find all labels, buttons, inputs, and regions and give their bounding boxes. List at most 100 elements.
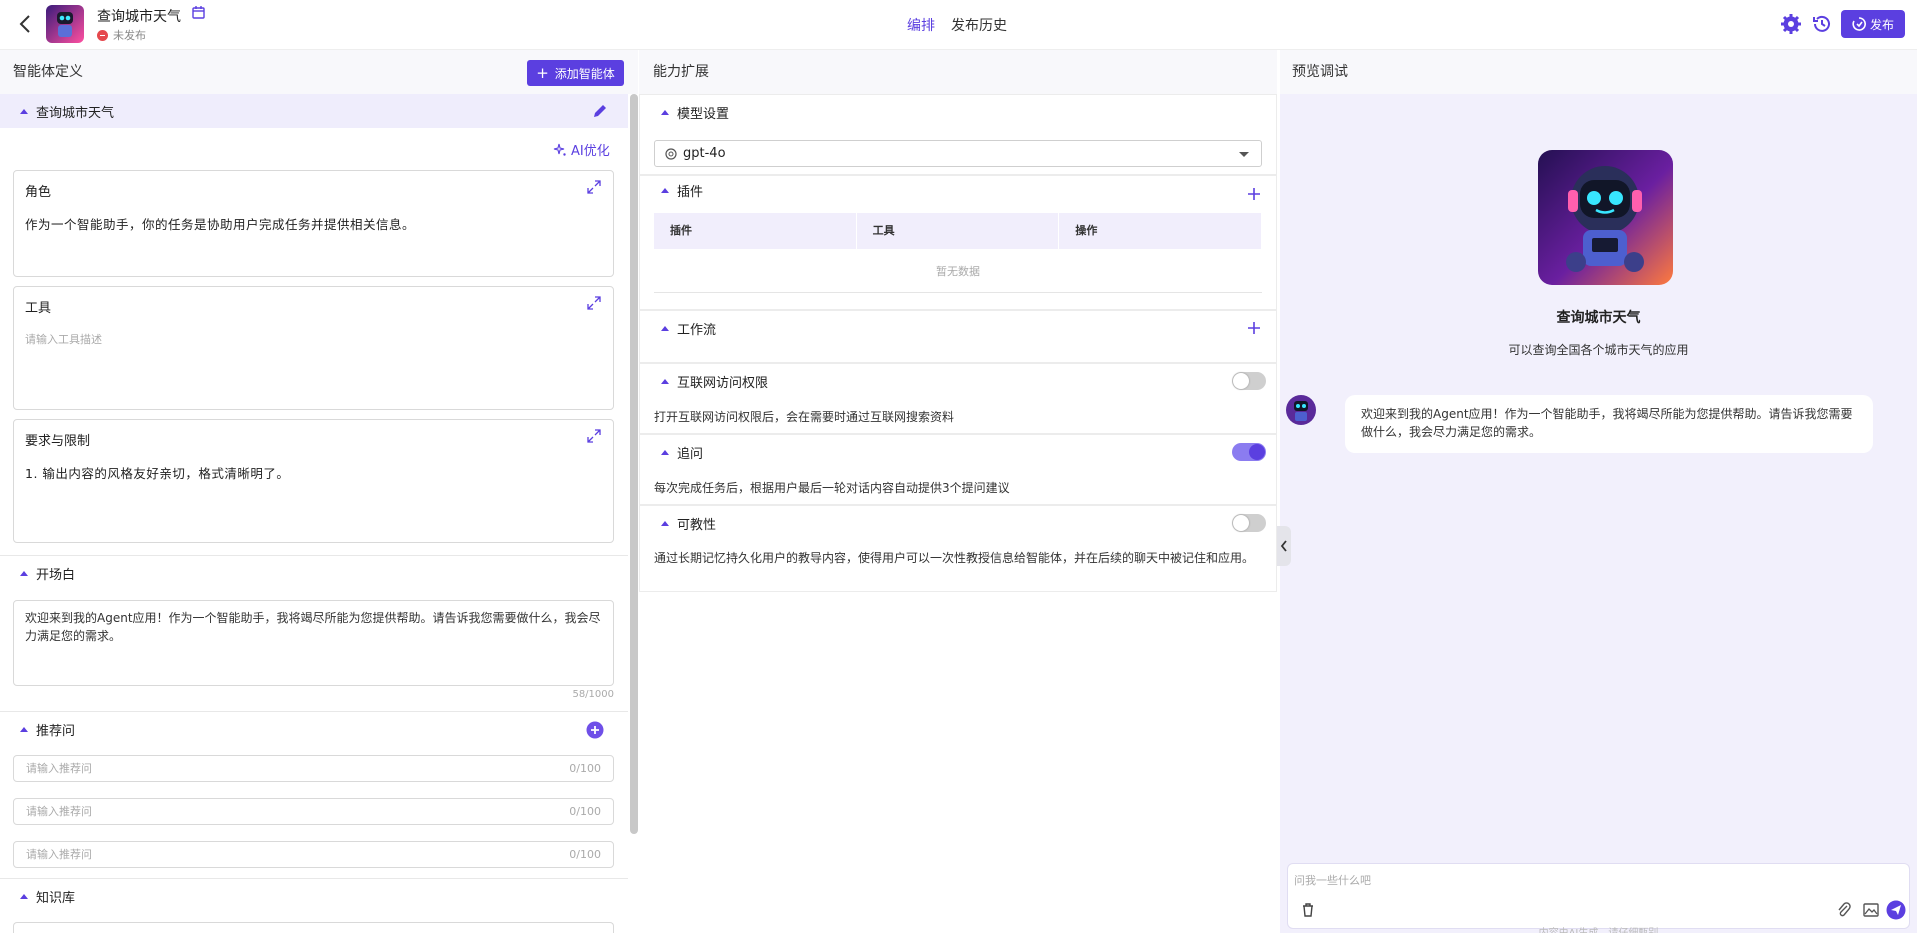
opening-textbox[interactable]: 欢迎来到我的Agent应用！作为一个智能助手，我将竭尽所能为您提供帮助。请告诉我… xyxy=(13,600,614,686)
history-icon[interactable] xyxy=(1811,13,1833,35)
plugins-card: 插件 插件 工具 操作 暂无数据 xyxy=(639,175,1277,310)
suggestion-input[interactable]: 请输入推荐问 0/100 xyxy=(13,798,614,825)
suggestion-char-count: 0/100 xyxy=(569,762,601,775)
plugins-label: 插件 xyxy=(677,184,704,200)
edit-info-icon[interactable] xyxy=(191,5,207,21)
capabilities-panel: 模型设置 gpt-4o 插件 插件 工具 操作 暂无数据 工作流 互联网访问权限… xyxy=(639,94,1277,592)
suggestion-placeholder: 请输入推荐问 xyxy=(26,762,92,775)
agent-section-header[interactable]: 查询城市天气 xyxy=(0,94,628,128)
send-icon[interactable] xyxy=(1886,900,1906,920)
gear-icon[interactable] xyxy=(1780,13,1802,35)
role-textbox[interactable]: 角色 作为一个智能助手，你的任务是协助用户完成任务并提供相关信息。 xyxy=(13,170,614,277)
expand-icon[interactable] xyxy=(587,296,601,310)
collapse-caret-icon[interactable] xyxy=(20,108,28,114)
right-column-header: 预览调试 xyxy=(1280,50,1917,94)
middle-column-title: 能力扩展 xyxy=(653,64,709,80)
teachable-label: 可教性 xyxy=(677,517,717,533)
internet-access-desc: 打开互联网访问权限后，会在需要时通过互联网搜索资料 xyxy=(654,410,955,424)
followup-desc: 每次完成任务后，根据用户最后一轮对话内容自动提供3个提问建议 xyxy=(654,481,1010,495)
empty-data-text: 暂无数据 xyxy=(936,265,980,278)
welcome-message: 欢迎来到我的Agent应用！作为一个智能助手，我将竭尽所能为您提供帮助。请告诉我… xyxy=(1345,395,1873,453)
model-icon xyxy=(665,147,677,160)
middle-column-header: 能力扩展 xyxy=(639,50,1277,94)
requirements-content: 1. 输出内容的风格友好亲切，格式清晰明了。 xyxy=(25,466,290,481)
paperclip-icon[interactable] xyxy=(1834,900,1854,920)
back-arrow-icon[interactable] xyxy=(14,12,38,36)
opening-section-header[interactable]: 开场白 xyxy=(0,556,628,590)
knowledge-label: 知识库 xyxy=(36,890,76,906)
agent-preview-avatar xyxy=(1538,150,1673,285)
agent-description: 可以查询全国各个城市天气的应用 xyxy=(1508,343,1689,357)
table-header-cell: 工具 xyxy=(857,213,1060,249)
sparkle-icon xyxy=(553,143,566,156)
ai-optimize-label: AI优化 xyxy=(571,144,610,159)
add-circle-icon[interactable] xyxy=(586,721,604,743)
ai-disclaimer: 内容由AI生成，请仔细甄别 xyxy=(1280,924,1917,933)
publish-button[interactable]: 发布 xyxy=(1841,10,1905,38)
internet-access-toggle[interactable] xyxy=(1232,372,1266,390)
agent-section-title: 查询城市天气 xyxy=(36,105,115,121)
top-header: 查询城市天气 未发布 编排 发布历史 发布 xyxy=(0,0,1917,50)
tab-orchestrate[interactable]: 编排 xyxy=(907,15,935,35)
agent-name: 查询城市天气 xyxy=(1556,310,1641,326)
expand-icon[interactable] xyxy=(587,180,601,194)
suggestion-input[interactable]: 请输入推荐问 0/100 xyxy=(13,841,614,868)
requirements-textbox[interactable]: 要求与限制 1. 输出内容的风格友好亲切，格式清晰明了。 xyxy=(13,419,614,543)
role-label: 角色 xyxy=(25,185,52,200)
collapse-caret-icon[interactable] xyxy=(20,570,28,576)
pencil-icon[interactable] xyxy=(592,103,608,123)
collapse-caret-icon[interactable] xyxy=(661,109,669,115)
followup-label: 追问 xyxy=(677,446,704,462)
internet-access-card: 互联网访问权限 打开互联网访问权限后，会在需要时通过互联网搜索资料 xyxy=(639,363,1277,434)
suggestion-placeholder: 请输入推荐问 xyxy=(26,805,92,818)
collapse-caret-icon[interactable] xyxy=(661,520,669,526)
divider xyxy=(654,292,1262,293)
teachable-header[interactable]: 可教性 xyxy=(640,506,716,540)
chevron-left-icon xyxy=(1280,540,1287,552)
suggestions-section-header[interactable]: 推荐问 xyxy=(0,712,628,746)
workflow-header[interactable]: 工作流 xyxy=(640,311,716,345)
model-settings-header[interactable]: 模型设置 xyxy=(640,95,729,129)
plus-icon: + xyxy=(536,63,549,82)
tab-publish-history[interactable]: 发布历史 xyxy=(951,15,1007,35)
opening-content: 欢迎来到我的Agent应用！作为一个智能助手，我将竭尽所能为您提供帮助。请告诉我… xyxy=(25,611,601,643)
followup-toggle[interactable] xyxy=(1232,443,1266,461)
add-workflow-icon[interactable] xyxy=(1246,320,1262,336)
followup-header[interactable]: 追问 xyxy=(640,435,703,469)
collapse-caret-icon[interactable] xyxy=(661,325,669,331)
internet-access-header[interactable]: 互联网访问权限 xyxy=(640,364,768,398)
tools-textbox[interactable]: 工具 请输入工具描述 xyxy=(13,286,614,410)
suggestion-input[interactable]: 请输入推荐问 0/100 xyxy=(13,755,614,782)
add-plugin-icon[interactable] xyxy=(1246,186,1262,202)
image-icon[interactable] xyxy=(1861,900,1881,920)
role-content: 作为一个智能助手，你的任务是协助用户完成任务并提供相关信息。 xyxy=(25,217,416,232)
expand-icon[interactable] xyxy=(587,429,601,443)
collapse-caret-icon[interactable] xyxy=(661,449,669,455)
collapse-caret-icon[interactable] xyxy=(661,378,669,384)
trash-icon[interactable] xyxy=(1298,900,1318,920)
teachable-desc: 通过长期记忆持久化用户的教导内容，使得用户可以一次性教授信息给智能体，并在后续的… xyxy=(654,551,1255,565)
status-text: 未发布 xyxy=(113,29,146,42)
model-settings-card: 模型设置 gpt-4o xyxy=(639,94,1277,175)
plugins-header[interactable]: 插件 xyxy=(640,173,703,207)
agent-avatar xyxy=(46,5,84,43)
add-agent-button[interactable]: + 添加智能体 xyxy=(527,60,624,86)
opening-label: 开场白 xyxy=(36,567,76,583)
collapse-caret-icon[interactable] xyxy=(20,726,28,732)
collapse-caret-icon[interactable] xyxy=(20,893,28,899)
table-header-cell: 操作 xyxy=(1059,213,1263,249)
knowledge-section-header[interactable]: 知识库 xyxy=(0,879,628,913)
suggestion-char-count: 0/100 xyxy=(569,848,601,861)
tools-placeholder: 请输入工具描述 xyxy=(25,333,102,346)
chevron-down-icon[interactable] xyxy=(1239,152,1249,157)
publish-icon xyxy=(1852,17,1866,31)
chat-input-box[interactable]: 问我一些什么吧 xyxy=(1287,863,1910,929)
publish-label: 发布 xyxy=(1869,17,1894,32)
collapse-panel-button[interactable] xyxy=(1277,526,1291,566)
teachable-toggle[interactable] xyxy=(1232,514,1266,532)
knowledge-box[interactable] xyxy=(13,922,614,933)
scrollbar[interactable] xyxy=(630,94,638,834)
ai-optimize-button[interactable]: AI优化 xyxy=(553,140,610,159)
model-select[interactable]: gpt-4o xyxy=(654,140,1262,167)
collapse-caret-icon[interactable] xyxy=(661,187,669,193)
